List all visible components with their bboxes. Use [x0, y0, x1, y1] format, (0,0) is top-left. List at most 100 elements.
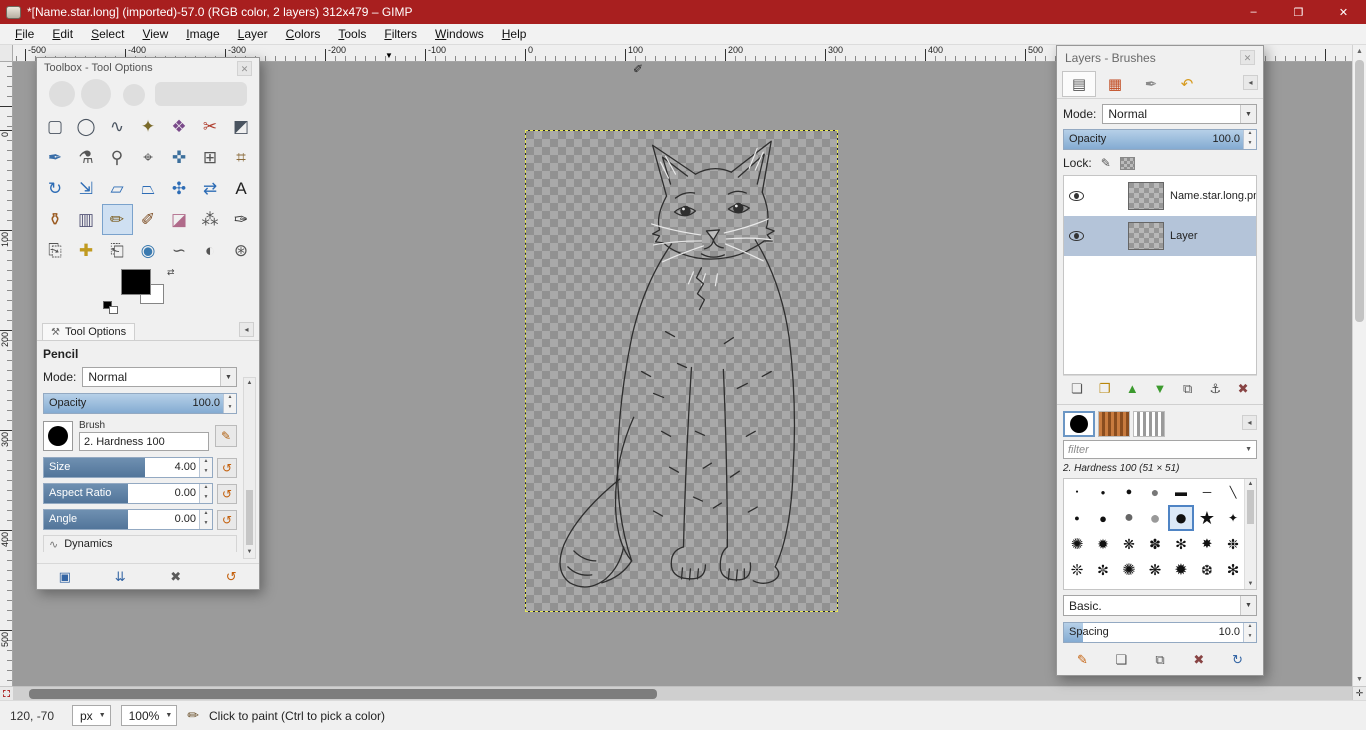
- spinner[interactable]: ▲ ▼: [1243, 130, 1256, 149]
- brush-item[interactable]: ●: [1090, 505, 1116, 531]
- reset-aspect-ratio-button[interactable]: ↺: [217, 483, 237, 504]
- new-layer-group-button[interactable]: ❐: [1092, 378, 1118, 399]
- brush-item[interactable]: ✺: [1116, 557, 1142, 583]
- restore-tool-preset-button[interactable]: ⇊: [107, 566, 133, 587]
- scroll-down-icon[interactable]: ▼: [1245, 579, 1256, 589]
- default-colors-icon[interactable]: [103, 301, 118, 314]
- menu-image[interactable]: Image: [177, 25, 228, 43]
- unit-select[interactable]: px ▼: [72, 705, 111, 726]
- eraser-tool[interactable]: ◪: [164, 204, 195, 235]
- brush-item[interactable]: ●: [1064, 479, 1090, 505]
- brush-item[interactable]: ●: [1168, 505, 1194, 531]
- fuzzy-select-tool[interactable]: ✦: [133, 111, 164, 142]
- navigation-button[interactable]: ✛: [1352, 686, 1366, 700]
- tab-paths[interactable]: ✒: [1134, 71, 1168, 97]
- foreground-color-swatch[interactable]: [121, 269, 151, 295]
- toolbox-title-bar[interactable]: Toolbox - Tool Options ✕: [37, 58, 259, 78]
- tab-tool-options[interactable]: ⚒ Tool Options: [42, 323, 136, 340]
- scissors-select-tool[interactable]: ✂: [195, 111, 226, 142]
- brush-item[interactable]: ❊: [1064, 557, 1090, 583]
- airbrush-tool[interactable]: ⁂: [195, 204, 226, 235]
- layer-name[interactable]: Name.star.long.png: [1170, 190, 1256, 202]
- ellipse-select-tool[interactable]: ◯: [71, 111, 102, 142]
- brush-item[interactable]: ★: [1194, 505, 1220, 531]
- bucket-fill-tool[interactable]: ⚱: [40, 204, 71, 235]
- reset-angle-button[interactable]: ↺: [217, 509, 237, 530]
- rotate-tool[interactable]: ↻: [40, 173, 71, 204]
- layer-name[interactable]: Layer: [1170, 230, 1198, 242]
- brush-item[interactable]: ❉: [1220, 531, 1246, 557]
- close-icon[interactable]: ✕: [237, 60, 252, 76]
- tab-undo-history[interactable]: ↶: [1170, 71, 1204, 97]
- tab-layers[interactable]: ▤: [1062, 70, 1096, 97]
- brush-item[interactable]: ●: [1116, 479, 1142, 505]
- size-slider[interactable]: Size 4.00 ▲ ▼: [43, 457, 213, 478]
- brush-item[interactable]: ✽: [1142, 531, 1168, 557]
- clone-tool[interactable]: ⎘: [40, 235, 71, 266]
- layer-mode-select[interactable]: Normal ▼: [1102, 104, 1257, 124]
- dock-title-bar[interactable]: Layers - Brushes ✕: [1057, 46, 1263, 69]
- aspect-ratio-slider[interactable]: Aspect Ratio 0.00 ▲ ▼: [43, 483, 213, 504]
- delete-layer-button[interactable]: ✖: [1230, 378, 1256, 399]
- scroll-down-icon[interactable]: ▼: [244, 547, 255, 558]
- lock-pixels-icon[interactable]: ✎: [1101, 156, 1111, 170]
- close-icon[interactable]: ✕: [1240, 50, 1255, 65]
- zoom-tool[interactable]: ⚲: [102, 142, 133, 173]
- brush-item[interactable]: ✹: [1090, 531, 1116, 557]
- duplicate-layer-button[interactable]: ⧉: [1175, 378, 1201, 399]
- crop-tool[interactable]: ⌗: [226, 142, 257, 173]
- image-canvas[interactable]: [525, 130, 838, 612]
- perspective-clone-tool[interactable]: ⎗: [102, 235, 133, 266]
- layer-thumbnail[interactable]: [1128, 222, 1164, 250]
- tab-brushes[interactable]: [1063, 411, 1095, 437]
- refresh-brushes-button[interactable]: ↻: [1225, 650, 1251, 671]
- perspective-tool[interactable]: ⏢: [133, 173, 164, 204]
- layer-opacity-slider[interactable]: Opacity 100.0 ▲ ▼: [1063, 129, 1257, 150]
- menu-filters[interactable]: Filters: [375, 25, 426, 43]
- new-brush-button[interactable]: ❏: [1108, 650, 1134, 671]
- menu-layer[interactable]: Layer: [229, 25, 277, 43]
- edit-brush-button[interactable]: ✎: [1069, 650, 1095, 671]
- save-tool-preset-button[interactable]: ▣: [52, 566, 78, 587]
- shear-tool[interactable]: ▱: [102, 173, 133, 204]
- brush-name-field[interactable]: 2. Hardness 100: [79, 432, 209, 451]
- brush-item[interactable]: ─: [1194, 479, 1220, 505]
- raise-layer-button[interactable]: ▲: [1119, 378, 1145, 399]
- text-tool[interactable]: A: [226, 173, 257, 204]
- duplicate-brush-button[interactable]: ⧉: [1147, 650, 1173, 671]
- gradient-tool[interactable]: ▥: [71, 204, 102, 235]
- scroll-thumb[interactable]: [246, 490, 253, 545]
- tool-options-scrollbar[interactable]: ▲ ▼: [243, 377, 256, 559]
- brush-item[interactable]: ●: [1142, 505, 1168, 531]
- opacity-slider[interactable]: Opacity 100.0 ▲ ▼: [43, 393, 237, 414]
- scale-tool[interactable]: ⇲: [71, 173, 102, 204]
- menu-view[interactable]: View: [133, 25, 177, 43]
- tab-channels[interactable]: ▦: [1098, 71, 1132, 97]
- foreground-select-tool[interactable]: ◩: [226, 111, 257, 142]
- brush-item[interactable]: ●: [1116, 505, 1142, 531]
- brush-item[interactable]: ●: [1090, 479, 1116, 505]
- tab-patterns[interactable]: [1098, 411, 1130, 437]
- dynamics-expander[interactable]: ∿ Dynamics: [43, 535, 237, 552]
- brush-item[interactable]: ✻: [1220, 557, 1246, 583]
- menu-edit[interactable]: Edit: [43, 25, 82, 43]
- reset-size-button[interactable]: ↺: [217, 457, 237, 478]
- new-layer-button[interactable]: ❏: [1064, 378, 1090, 399]
- smudge-tool[interactable]: ∽: [164, 235, 195, 266]
- brush-preview[interactable]: [43, 420, 73, 451]
- color-picker-tool[interactable]: ⚗: [71, 142, 102, 173]
- lock-alpha-icon[interactable]: [1119, 156, 1135, 170]
- vertical-scroll-thumb[interactable]: [1355, 60, 1364, 322]
- tab-menu-button[interactable]: ◂: [1243, 74, 1258, 90]
- menu-colors[interactable]: Colors: [277, 25, 330, 43]
- scroll-down-icon[interactable]: ▼: [1353, 673, 1366, 686]
- scroll-up-icon[interactable]: ▲: [244, 378, 255, 389]
- mypaint-brush-tool[interactable]: ⊛: [226, 235, 257, 266]
- heal-tool[interactable]: ✚: [71, 235, 102, 266]
- brush-item[interactable]: ✹: [1168, 557, 1194, 583]
- close-button[interactable]: ✕: [1321, 0, 1366, 24]
- spinner[interactable]: ▲ ▼: [199, 510, 212, 529]
- menu-file[interactable]: File: [6, 25, 43, 43]
- vertical-scrollbar[interactable]: ▲ ▼: [1352, 45, 1366, 686]
- brush-item[interactable]: ❋: [1116, 531, 1142, 557]
